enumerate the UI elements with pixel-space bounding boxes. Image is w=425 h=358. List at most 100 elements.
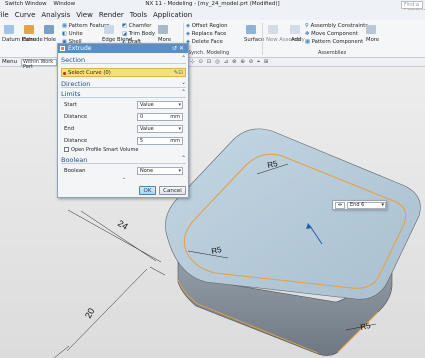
replace-face-button[interactable]: ◈ Replace Face [186, 31, 226, 37]
start-distance-value: 0 [140, 114, 144, 120]
assembly-constraints-button[interactable]: ⚲ Assembly Constraints [305, 23, 368, 29]
dropdown-arrow-icon: ▾ [381, 202, 384, 208]
dialog-title: Extrude [68, 45, 92, 52]
assembly-constraints-label: Assembly Constraints [310, 23, 369, 29]
surface-icon[interactable] [246, 25, 256, 34]
move-component-label: Move Component [311, 31, 358, 37]
ribbon-separator-2 [262, 23, 263, 55]
end-distance-label: Distance [64, 138, 88, 144]
required-marker-icon [63, 72, 66, 75]
dropdown-arrow-icon: ▾ [178, 126, 181, 132]
menu-analysis[interactable]: Analysis [38, 10, 73, 19]
hole-button[interactable]: Hole [44, 37, 56, 43]
ok-button[interactable]: OK [139, 186, 156, 195]
command-finder-input[interactable]: Find a Command [401, 1, 425, 14]
direction-group-header[interactable]: Direction ⌄ [61, 79, 186, 88]
sync-modeling-group-label: Synch. Modeling [188, 50, 230, 56]
unite-button[interactable]: ◧ Unite [62, 31, 83, 37]
direction-header-label: Direction [61, 80, 91, 88]
replace-face-label: Replace Face [191, 31, 227, 37]
menu-view[interactable]: View [73, 10, 96, 19]
chevron-up-icon[interactable]: ⌃ [181, 155, 186, 162]
snap-point-icons[interactable]: ⊹ ⊙ ⊡ ◎ ⊿ ⊗ ⊕ ⊘ ⌖ ⊞ [190, 59, 270, 66]
offset-region-button[interactable]: ◈ Offset Region [186, 23, 228, 29]
chevron-up-icon[interactable]: ⌃ [181, 89, 186, 96]
more-assembly-icon[interactable] [366, 25, 376, 34]
select-curve-row[interactable]: Select Curve (0) ✎⊡ [61, 68, 186, 77]
start-distance-unit: mm [170, 114, 180, 120]
limits-group-header[interactable]: Limits ⌃ [61, 89, 186, 98]
dim-20-extension [53, 345, 70, 358]
datum-plane-icon[interactable] [4, 25, 14, 34]
menu-application[interactable]: Application [150, 10, 195, 19]
more-options-chevron-icon[interactable]: ⌄ [122, 175, 126, 181]
add-component-button[interactable]: Add [291, 37, 301, 43]
boolean-label: Boolean [64, 168, 86, 174]
pattern-feature-icon: ▦ [62, 23, 69, 29]
reset-icon[interactable]: ↺ [172, 45, 179, 52]
hole-icon[interactable] [44, 25, 54, 34]
trim-body-icon: ◪ [122, 31, 129, 37]
extrude-button[interactable]: Extrude [22, 37, 43, 43]
add-component-icon[interactable] [290, 25, 300, 34]
delete-face-button[interactable]: ◈ Delete Face [186, 39, 223, 45]
end-limit-value: End 6 [350, 202, 365, 208]
offset-region-label: Offset Region [191, 23, 228, 29]
section-group-header[interactable]: Section ⌃ [61, 55, 186, 64]
boolean-group-header[interactable]: Boolean ⌃ [61, 155, 186, 164]
sketch-section-icon[interactable]: ✎⊡ [174, 70, 183, 76]
edge-blend-icon[interactable] [104, 25, 114, 34]
chevron-down-icon[interactable]: ⌄ [181, 79, 186, 86]
dialog-title-bar[interactable]: Extrude ↺✕ [58, 44, 188, 53]
open-profile-checkbox[interactable] [64, 147, 69, 152]
start-option-dropdown[interactable]: Value ▾ [137, 101, 183, 109]
selection-scope-dropdown[interactable]: Within Work Part [21, 59, 57, 70]
menu-tools[interactable]: Tools [127, 10, 150, 19]
pattern-component-label: Pattern Component [311, 39, 364, 45]
pattern-component-button[interactable]: ▦ Pattern Component [305, 39, 363, 45]
dim-24-extension-2 [149, 266, 166, 276]
start-distance-label: Distance [64, 114, 88, 120]
end-option-value: Value [140, 126, 154, 132]
chamfer-label: Chamfer [128, 23, 152, 29]
end-option-dropdown[interactable]: Value ▾ [137, 125, 183, 133]
start-label: Start [64, 102, 77, 108]
top-face[interactable] [165, 128, 421, 300]
menu-button[interactable]: Menu [2, 59, 17, 65]
move-component-button[interactable]: ✥ Move Component [305, 31, 358, 37]
title-bar: Switch Window Window NX 11 - Modeling - … [0, 0, 425, 14]
menu-file[interactable]: File [0, 10, 12, 19]
window-title: NX 11 - Modeling - [my_24_model.prt (Mod… [145, 1, 280, 7]
chevron-up-icon[interactable]: ⌃ [181, 55, 186, 62]
unite-icon: ◧ [62, 31, 69, 37]
dim-24-label[interactable]: 24 [116, 218, 130, 232]
end-distance-unit: mm [170, 138, 180, 144]
limit-type-icon[interactable]: ⇹ [335, 202, 345, 209]
chamfer-icon: ◩ [122, 23, 129, 29]
extrude-icon[interactable] [24, 25, 34, 34]
close-icon[interactable]: ✕ [179, 45, 186, 52]
chamfer-button[interactable]: ◩ Chamfer [122, 23, 151, 29]
trim-body-button[interactable]: ◪ Trim Body [122, 31, 155, 37]
start-distance-input[interactable]: 0 mm [137, 113, 183, 121]
menu-render[interactable]: Render [96, 10, 127, 19]
new-assembly-icon[interactable] [268, 25, 278, 34]
end-limit-input[interactable]: End 6 ▾ [347, 202, 386, 209]
boolean-dropdown[interactable]: None ▾ [137, 167, 183, 175]
menu-curve[interactable]: Curve [12, 10, 39, 19]
open-profile-label: Open Profile Smart Volume [71, 147, 139, 153]
pattern-feature-button[interactable]: ▦ Pattern Feature [62, 23, 109, 29]
end-distance-value: 5 [140, 138, 144, 144]
section-header-label: Section [61, 56, 86, 64]
dropdown-arrow-icon: ▾ [178, 168, 181, 174]
dim-20-label[interactable]: 20 [83, 306, 97, 320]
more-icon[interactable] [158, 25, 168, 34]
more-assembly-button[interactable]: More [366, 37, 379, 43]
end-distance-input[interactable]: 5 mm [137, 137, 183, 145]
dim-r5-bottom-label[interactable]: R5 [360, 321, 372, 332]
end-label: End [64, 126, 75, 132]
dim-24-line [80, 210, 157, 262]
cancel-button[interactable]: Cancel [159, 186, 186, 195]
dim-24-extension-1 [67, 209, 162, 263]
unite-label: Unite [68, 31, 83, 37]
